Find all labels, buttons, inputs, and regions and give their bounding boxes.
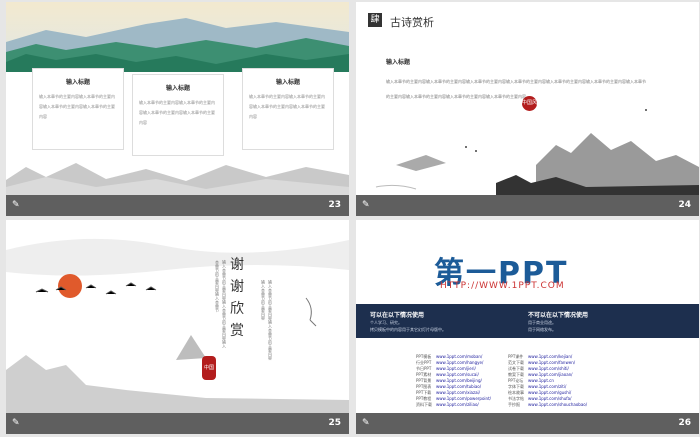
pencil-icon[interactable]: ✎	[12, 200, 20, 210]
link-row[interactable]: 手抄报 www.1ppt.com/shouchaobao/	[508, 402, 587, 408]
slide-thumbnail-26[interactable]: 第一PPT HTTP://WWW.1PPT.COM 可以在以下情况使用 个人学习…	[356, 220, 699, 434]
slide-number: 26	[678, 418, 691, 428]
allowed-heading: 可以在以下情况使用	[370, 312, 425, 319]
ink-mountains	[6, 163, 349, 195]
thanks-heading: 谢谢欣赏	[230, 257, 244, 339]
slide-number: 24	[678, 200, 691, 210]
slide-caption-bar: ✎ 23	[6, 195, 349, 216]
poem-column-b: 输入本章节的主要内容输入本章节的主要内容输入本章节的主要内容	[261, 280, 273, 360]
chapter-icon: 肆	[368, 13, 382, 27]
forbidden-item: 用于网络发布。	[528, 327, 556, 332]
card-text: 输入本章节的主要内容输入本章节的主要内容输入本章节的主要内容输入本章节的主要内容	[39, 94, 115, 119]
card-title: 输入标题	[275, 79, 300, 86]
slide-thumbnail-24[interactable]: 肆 古诗赏析 输入标题 输入本章节的主要内容输入本章节的主要内容输入本章节的主要…	[356, 2, 699, 216]
slide-title: 古诗赏析	[390, 16, 434, 29]
content-card-3: 输入标题 输入本章节的主要内容输入本章节的主要内容输入本章节的主要内容输入本章节…	[242, 68, 334, 150]
slide-25-canvas: 谢谢欣赏 输入本章节的主要内容输入本章节的主要内容输入本章节的主要内容输入本章节…	[6, 220, 349, 413]
forbidden-usage: 不可以在以下情况使用 用于商业用途。 用于网络发布。	[528, 310, 588, 333]
pencil-icon[interactable]: ✎	[362, 200, 370, 210]
card-title: 输入标题	[165, 85, 190, 92]
slide-body-text: 输入本章节的主要内容输入本章节的主要内容输入本章节的主要内容输入本章节的主要内容…	[386, 79, 646, 99]
slide-caption-bar: ✎ 26	[356, 413, 699, 434]
slide-23-canvas: 输入标题 输入本章节的主要内容输入本章节的主要内容输入本章节的主要内容输入本章节…	[6, 2, 349, 195]
resource-links-right: PPT课件 www.1ppt.com/kejian/ 范文下载 www.1ppt.c…	[508, 354, 587, 408]
allowed-item: 个人学习、研究。	[370, 320, 402, 325]
allowed-usage: 可以在以下情况使用 个人学习、研究。 拷贝模板中的内容用于其它幻灯片母版中。	[370, 310, 446, 333]
landscape-banner	[6, 2, 349, 72]
ink-scenery	[6, 238, 349, 413]
link-row[interactable]: 资料下载 www.1ppt.com/ziliao/	[416, 402, 491, 408]
usage-band: 可以在以下情况使用 个人学习、研究。 拷贝模板中的内容用于其它幻灯片母版中。 不…	[356, 304, 699, 338]
content-card-1: 输入标题 输入本章节的主要内容输入本章节的主要内容输入本章节的主要内容输入本章节…	[32, 68, 124, 150]
content-card-2: 输入标题 输入本章节的主要内容输入本章节的主要内容输入本章节的主要内容输入本章节…	[132, 74, 224, 156]
card-text: 输入本章节的主要内容输入本章节的主要内容输入本章节的主要内容输入本章节的主要内容	[139, 100, 215, 125]
slide-24-canvas: 肆 古诗赏析 输入标题 输入本章节的主要内容输入本章节的主要内容输入本章节的主要…	[356, 2, 699, 195]
slide-caption-bar: ✎ 25	[6, 413, 349, 434]
allowed-item: 拷贝模板中的内容用于其它幻灯片母版中。	[370, 327, 446, 332]
pencil-icon[interactable]: ✎	[362, 418, 370, 428]
slide-thumbnail-23[interactable]: 输入标题 输入本章节的主要内容输入本章节的主要内容输入本章节的主要内容输入本章节…	[6, 2, 349, 216]
card-title: 输入标题	[65, 79, 90, 86]
poem-column-a: 输入本章节的主要内容输入本章节的主要内容输入本章节的主要内容输入本章节	[215, 260, 227, 348]
slide-number: 25	[328, 418, 341, 428]
resource-links-left: PPT模板 www.1ppt.com/moban/ 行业PPT www.1ppt.c…	[416, 354, 491, 408]
red-seal-stamp: 中国风	[202, 356, 216, 395]
slide-caption-bar: ✎ 24	[356, 195, 699, 216]
forbidden-item: 用于商业用途。	[528, 320, 556, 325]
pencil-icon[interactable]: ✎	[12, 418, 20, 428]
forbidden-heading: 不可以在以下情况使用	[528, 312, 589, 319]
site-url[interactable]: HTTP://WWW.1PPT.COM	[440, 281, 565, 291]
card-text: 输入本章节的主要内容输入本章节的主要内容输入本章节的主要内容输入本章节的主要内容	[249, 94, 325, 119]
slide-thumbnail-25[interactable]: 谢谢欣赏 输入本章节的主要内容输入本章节的主要内容输入本章节的主要内容输入本章节…	[6, 220, 349, 434]
ink-landscape	[375, 109, 699, 195]
slide-subtitle: 输入标题	[386, 59, 411, 66]
slide-number: 23	[328, 200, 341, 210]
slide-26-canvas: 第一PPT HTTP://WWW.1PPT.COM 可以在以下情况使用 个人学习…	[356, 220, 699, 413]
